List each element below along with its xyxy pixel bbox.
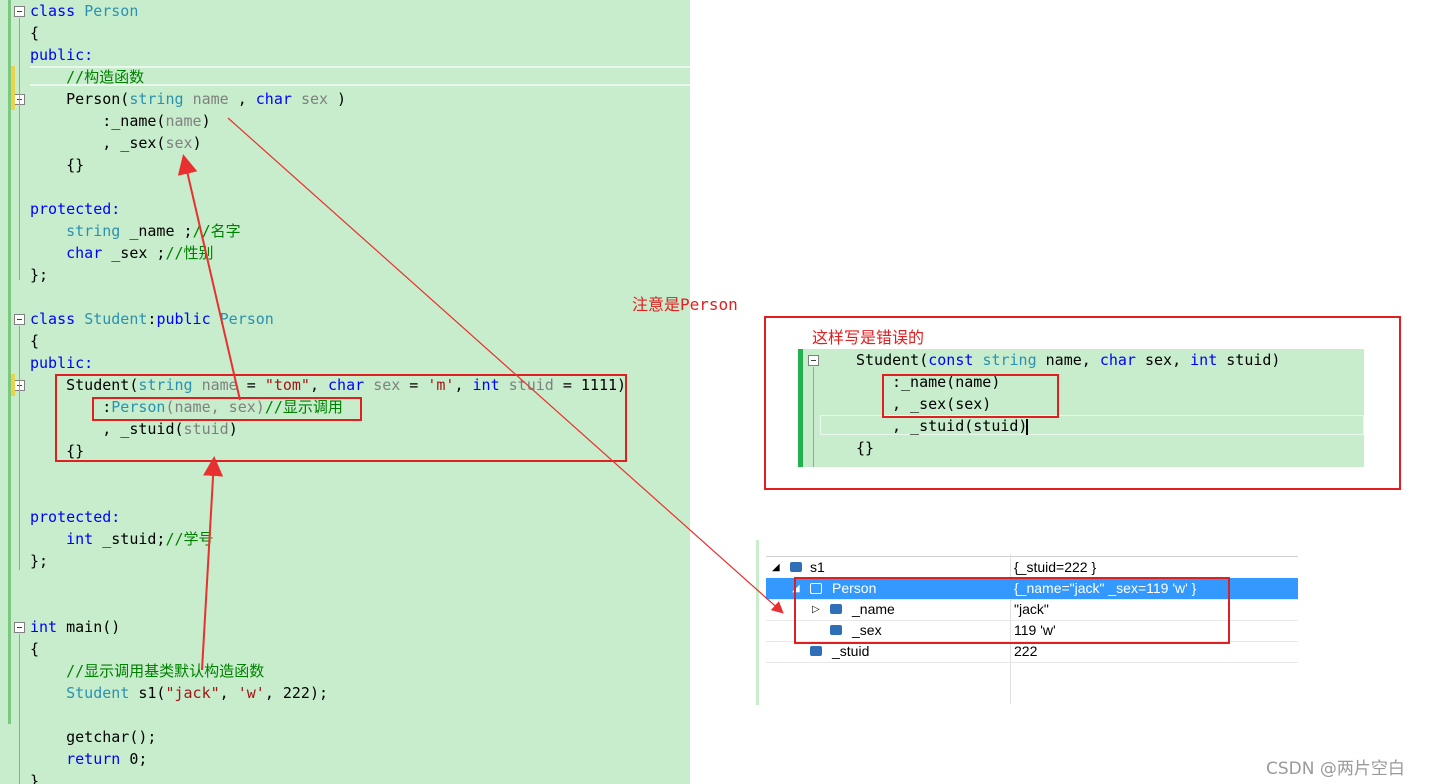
annotation-arrows	[177, 117, 784, 671]
watermark: CSDN @两片空白	[1266, 759, 1405, 779]
arrow-to-watch	[227, 117, 784, 614]
arrow-to-init-sex	[177, 154, 241, 401]
arrow-to-ctor-box	[201, 456, 224, 671]
